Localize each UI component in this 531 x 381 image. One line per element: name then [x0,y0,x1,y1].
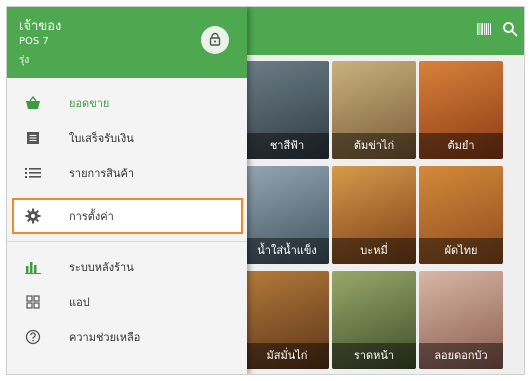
menu-item-apps[interactable]: แอป [7,284,247,319]
help-icon [25,329,41,345]
receipt-icon [25,130,41,146]
menu-item-label: แอป [69,295,90,309]
navigation-drawer: เจ้าของ POS 7 รุ่ง ยอดขาย ใบเสร็จรับเงิน… [7,7,247,374]
pos-app: ชาสีฟ้า ต้มข่าไก่ ต้มยำ น้ำใส่น้ำแข็ง บะ… [6,6,525,375]
search-icon[interactable] [502,21,518,37]
menu-item-settings[interactable]: การตั้งค่า [12,198,243,234]
top-actions [476,21,518,37]
menu-item-products[interactable]: รายการสินค้า [7,155,247,190]
item-tile[interactable]: บะหมี่ [332,166,416,264]
drawer-menu: ยอดขาย ใบเสร็จรับเงิน รายการสินค้า [7,85,247,190]
screenshot-frame: ชาสีฟ้า ต้มข่าไก่ ต้มยำ น้ำใส่น้ำแข็ง บะ… [0,0,531,381]
tile-caption: มัสมั่นไก่ [245,343,329,369]
item-tile[interactable]: มัสมั่นไก่ [245,271,329,369]
lock-button[interactable] [201,26,229,54]
menu-item-help[interactable]: ความช่วยเหลือ [7,319,247,354]
store-name: รุ่ง [19,55,30,66]
item-tile[interactable]: ลอยดอกบัว [419,271,503,369]
menu-item-sales[interactable]: ยอดขาย [7,85,247,120]
item-tile[interactable]: ผัดไทย [419,166,503,264]
basket-icon [25,95,41,111]
lock-icon [208,31,222,50]
tile-caption: ต้มยำ [419,133,503,159]
menu-item-label: ความช่วยเหลือ [69,330,141,344]
item-tile[interactable]: ต้มยำ [419,61,503,159]
tile-caption: ต้มข่าไก่ [332,133,416,159]
tile-caption: น้ำใส่น้ำแข็ง [245,238,329,264]
tile-caption: ผัดไทย [419,238,503,264]
drawer-header: เจ้าของ POS 7 รุ่ง [7,7,247,78]
tile-caption: บะหมี่ [332,238,416,264]
menu-item-back-office[interactable]: ระบบหลังร้าน [7,249,247,284]
menu-item-label: รายการสินค้า [69,166,135,180]
barcode-scan-icon[interactable] [476,21,492,37]
menu-item-label: ระบบหลังร้าน [69,260,134,274]
menu-divider [7,241,247,242]
apps-icon [25,294,41,310]
menu-item-receipts[interactable]: ใบเสร็จรับเงิน [7,120,247,155]
tile-caption: ราดหน้า [332,343,416,369]
pos-name: POS 7 [19,36,49,47]
account-name: เจ้าของ [19,19,62,34]
bar-chart-icon [25,259,41,275]
menu-item-label: ยอดขาย [69,96,110,110]
item-tile[interactable]: น้ำใส่น้ำแข็ง [245,166,329,264]
item-tile[interactable]: ชาสีฟ้า [245,61,329,159]
tile-caption: ชาสีฟ้า [245,133,329,159]
menu-item-label: ใบเสร็จรับเงิน [69,131,134,145]
item-tile[interactable]: ราดหน้า [332,271,416,369]
drawer-menu-secondary: ระบบหลังร้าน แอป ความช่วยเหลือ [7,249,247,354]
item-tile[interactable]: ต้มข่าไก่ [332,61,416,159]
menu-item-label: การตั้งค่า [69,210,114,223]
list-icon [25,165,41,181]
gear-icon [25,208,41,224]
tile-caption: ลอยดอกบัว [419,343,503,369]
